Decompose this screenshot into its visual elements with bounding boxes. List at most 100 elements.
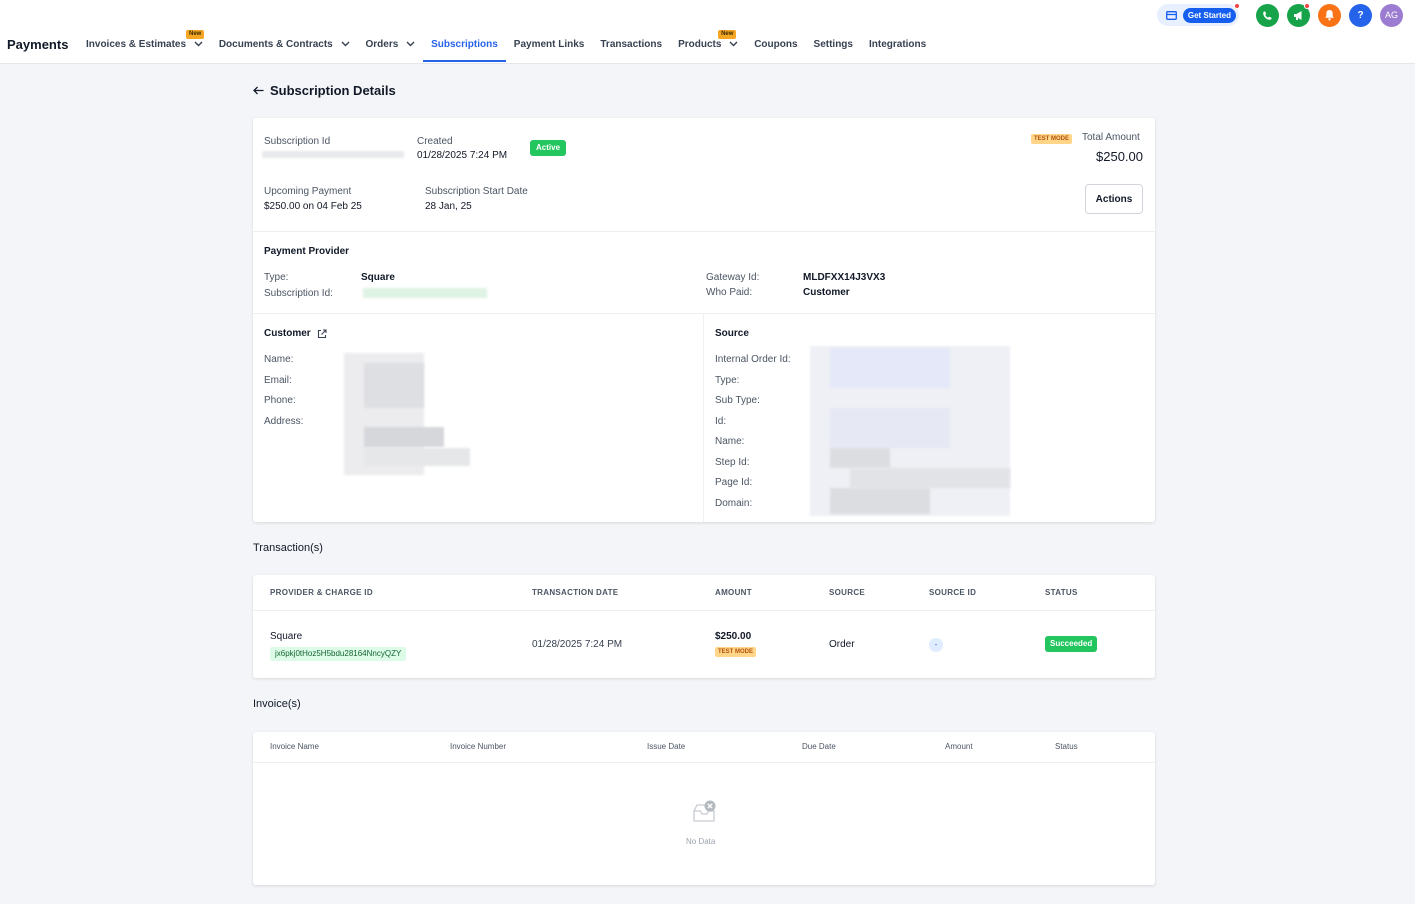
customer-email-label: Email: [264,375,292,386]
nav-products[interactable]: New Products [670,28,746,62]
get-started-button[interactable]: Get Started [1182,7,1236,23]
created-label: Created [417,136,453,147]
source-id-value[interactable]: - [929,638,943,652]
charge-id[interactable]: jx6pkj0tHoz5H5bdu28164NncyQZY [270,647,407,661]
external-link-icon[interactable] [317,328,327,339]
bell-icon [1325,10,1334,21]
nav-documents-contracts[interactable]: Documents & Contracts [211,28,358,62]
nav-invoices-estimates[interactable]: New Invoices & Estimates [86,28,211,62]
notifications-button[interactable] [1318,3,1341,27]
col-status: Status [1055,742,1078,751]
notification-dot [1234,3,1240,9]
transactions-title: Transaction(s) [253,542,323,554]
source-page-id-label: Page Id: [715,477,753,488]
col-provider-charge-id: Provider & Charge Id [270,588,373,597]
nav-label: Orders [365,39,399,50]
nav-payment-links[interactable]: Payment Links [506,28,593,62]
nav-integrations[interactable]: Integrations [861,28,934,62]
divider [253,231,1155,232]
source-step-id-label: Step Id: [715,457,750,468]
start-date-label: Subscription Start Date [425,186,528,197]
source-type-label: Type: [715,375,740,386]
nav-label: Payment Links [513,39,585,50]
provider-subscription-id-redacted [363,288,487,298]
provider-subscription-id-label: Subscription Id: [264,288,333,299]
nav-orders[interactable]: Orders [358,28,424,62]
app-title: Payments [7,37,69,52]
transaction-date: 01/28/2025 7:24 PM [532,639,623,650]
chevron-down-icon [729,41,738,47]
customer-name-label: Name: [264,354,294,365]
empty-inbox-icon [693,800,716,822]
test-mode-badge: TEST MODE [715,647,757,657]
chevron-down-icon [194,41,203,47]
customer-details-redacted [364,363,424,408]
new-badge: New [718,30,737,39]
test-mode-badge: TEST MODE [1031,134,1073,144]
new-badge: New [186,30,205,39]
transaction-amount: $250.00 [715,631,752,642]
source-details-redacted [850,468,1010,488]
nav-label: Coupons [754,39,798,50]
start-date-value: 28 Jan, 25 [425,201,472,212]
source-title: Source [715,328,749,339]
avatar-initials: AG [1384,10,1398,20]
megaphone-icon [1293,10,1301,20]
upcoming-payment-value: $250.00 on 04 Feb 25 [264,201,362,212]
customer-phone-label: Phone: [264,395,296,406]
divider [253,610,1155,611]
nav-label: Documents & Contracts [218,39,333,50]
chevron-down-icon [341,41,350,47]
phone-button[interactable] [1256,3,1279,27]
source-id-label: Id: [715,416,727,427]
divider [253,762,1155,763]
provider-type-value: Square [361,272,395,283]
total-amount-value: $250.00 [1096,149,1143,164]
chevron-down-icon [406,41,415,47]
no-data-text: No Data [686,837,716,846]
status-badge: Succeeded [1045,636,1098,652]
divider [253,313,1155,314]
total-amount-label: Total Amount [1082,132,1140,143]
subscription-id-label: Subscription Id [264,136,331,147]
announcements-button[interactable] [1287,2,1310,27]
phone-icon [1263,10,1272,20]
page-header: Subscription Details [253,83,396,98]
main-nav: New Invoices & Estimates Documents & Con… [86,28,934,62]
get-started-widget[interactable]: Get Started [1156,3,1240,26]
source-details-redacted [830,408,950,448]
nav-coupons[interactable]: Coupons [746,28,805,62]
who-paid-value: Customer [803,287,850,298]
customer-details-redacted [364,427,444,447]
actions-button[interactable]: Actions [1085,184,1143,214]
divider [703,313,704,522]
top-actions: Get Started ? AG [1156,2,1403,27]
help-button[interactable]: ? [1349,3,1372,27]
back-arrow-icon[interactable] [253,86,264,95]
card-icon [1165,10,1177,20]
source-details-redacted [830,348,950,388]
source-sub-type-label: Sub Type: [715,395,760,406]
col-amount: Amount [945,742,973,751]
col-source: Source [829,588,866,597]
source-details-redacted [830,488,930,514]
nav-subscriptions[interactable]: Subscriptions [423,28,506,62]
nav-transactions[interactable]: Transactions [592,28,670,62]
customer-title-text: Customer [264,328,311,339]
nav-settings[interactable]: Settings [806,28,861,62]
source-internal-order-id-label: Internal Order Id: [715,354,791,365]
page-title: Subscription Details [270,83,396,98]
nav-label: Subscriptions [431,39,498,50]
source-details-redacted [830,448,890,468]
who-paid-label: Who Paid: [706,287,753,298]
col-transaction-date: Transaction Date [532,588,619,597]
upcoming-payment-label: Upcoming Payment [264,186,352,197]
nav-label: Products [678,39,722,50]
col-source-id: Source Id [929,588,977,597]
avatar[interactable]: AG [1380,3,1403,27]
nav-label: Transactions [600,39,663,50]
col-status: Status [1045,588,1078,597]
customer-details-redacted [364,448,470,466]
col-invoice-number: Invoice Number [450,742,507,751]
help-icon: ? [1357,9,1364,21]
